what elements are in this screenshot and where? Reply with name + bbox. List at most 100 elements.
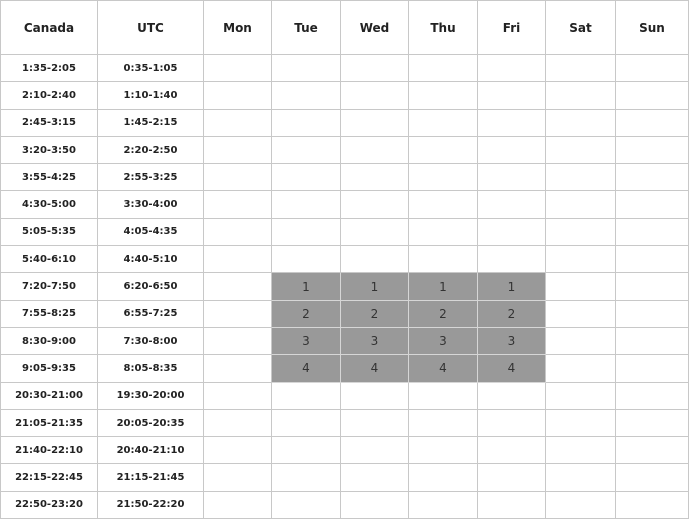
empty-slot-fri — [477, 53, 546, 83]
canada-time-cell: 5:40-6:10 — [0, 245, 98, 274]
utc-time-cell: 1:10-1:40 — [97, 81, 204, 110]
utc-time-cell: 21:15-21:45 — [97, 463, 204, 492]
empty-slot-sat — [545, 354, 616, 383]
utc-time-cell: 6:55-7:25 — [97, 299, 204, 328]
empty-slot-mon — [203, 408, 272, 438]
canada-time-cell: 21:05-21:35 — [0, 408, 98, 438]
empty-slot-sat — [545, 326, 616, 356]
empty-slot-fri — [477, 463, 546, 492]
empty-slot-fri — [477, 245, 546, 274]
empty-slot-thu — [408, 463, 478, 492]
empty-slot-fri — [477, 408, 546, 438]
empty-slot-wed — [340, 408, 409, 438]
table-row: 8:30-9:00 7:30-8:00 3 3 3 3 — [0, 326, 689, 356]
empty-slot-sun — [615, 272, 689, 301]
empty-slot-thu — [408, 245, 478, 274]
empty-slot-tue — [271, 81, 341, 110]
empty-slot-sun — [615, 436, 689, 465]
booked-slot-wed: 1 — [340, 272, 409, 301]
booked-slot-fri: 4 — [477, 354, 546, 383]
empty-slot-mon — [203, 490, 272, 520]
empty-slot-fri — [477, 108, 546, 137]
canada-time-cell: 21:40-22:10 — [0, 436, 98, 465]
col-header-tue: Tue — [271, 0, 341, 55]
booked-slot-tue: 3 — [271, 326, 341, 356]
empty-slot-sun — [615, 81, 689, 110]
empty-slot-wed — [340, 245, 409, 274]
booked-slot-fri: 1 — [477, 272, 546, 301]
table-row: 1:35-2:05 0:35-1:05 — [0, 53, 689, 83]
empty-slot-mon — [203, 299, 272, 328]
empty-slot-sun — [615, 490, 689, 520]
booked-slot-wed: 2 — [340, 299, 409, 328]
table-row: 3:55-4:25 2:55-3:25 — [0, 163, 689, 192]
utc-time-cell: 19:30-20:00 — [97, 381, 204, 410]
canada-time-cell: 9:05-9:35 — [0, 354, 98, 383]
table-row: 22:50-23:20 21:50-22:20 — [0, 490, 689, 520]
empty-slot-tue — [271, 135, 341, 165]
empty-slot-sat — [545, 408, 616, 438]
booked-slot-thu: 2 — [408, 299, 478, 328]
empty-slot-sun — [615, 463, 689, 492]
empty-slot-tue — [271, 108, 341, 137]
empty-slot-fri — [477, 381, 546, 410]
empty-slot-wed — [340, 381, 409, 410]
empty-slot-sat — [545, 135, 616, 165]
utc-time-cell: 3:30-4:00 — [97, 190, 204, 219]
empty-slot-tue — [271, 408, 341, 438]
empty-slot-sat — [545, 163, 616, 192]
empty-slot-sat — [545, 81, 616, 110]
empty-slot-sat — [545, 272, 616, 301]
empty-slot-sun — [615, 354, 689, 383]
empty-slot-sun — [615, 108, 689, 137]
col-header-sat: Sat — [545, 0, 616, 55]
canada-time-cell: 1:35-2:05 — [0, 53, 98, 83]
empty-slot-sat — [545, 217, 616, 247]
empty-slot-mon — [203, 463, 272, 492]
booked-slot-fri: 3 — [477, 326, 546, 356]
empty-slot-sat — [545, 381, 616, 410]
empty-slot-mon — [203, 135, 272, 165]
utc-time-cell: 7:30-8:00 — [97, 326, 204, 356]
col-header-mon: Mon — [203, 0, 272, 55]
empty-slot-fri — [477, 135, 546, 165]
empty-slot-wed — [340, 81, 409, 110]
table-row: 21:40-22:10 20:40-21:10 — [0, 436, 689, 465]
empty-slot-sat — [545, 299, 616, 328]
col-header-sun: Sun — [615, 0, 689, 55]
utc-time-cell: 2:55-3:25 — [97, 163, 204, 192]
empty-slot-mon — [203, 190, 272, 219]
table-row: 5:05-5:35 4:05-4:35 — [0, 217, 689, 247]
empty-slot-sat — [545, 245, 616, 274]
table-row: 2:45-3:15 1:45-2:15 — [0, 108, 689, 137]
empty-slot-wed — [340, 490, 409, 520]
empty-slot-sun — [615, 299, 689, 328]
empty-slot-sat — [545, 436, 616, 465]
booked-slot-wed: 4 — [340, 354, 409, 383]
table-row: 7:20-7:50 6:20-6:50 1 1 1 1 — [0, 272, 689, 301]
canada-time-cell: 3:55-4:25 — [0, 163, 98, 192]
table-row: 5:40-6:10 4:40-5:10 — [0, 245, 689, 274]
schedule-table: Canada UTC Mon Tue Wed Thu Fri Sat Sun 1… — [0, 0, 689, 520]
empty-slot-wed — [340, 135, 409, 165]
col-header-canada: Canada — [0, 0, 98, 55]
empty-slot-thu — [408, 135, 478, 165]
empty-slot-thu — [408, 53, 478, 83]
empty-slot-thu — [408, 81, 478, 110]
empty-slot-sun — [615, 245, 689, 274]
empty-slot-tue — [271, 490, 341, 520]
empty-slot-fri — [477, 436, 546, 465]
utc-time-cell: 0:35-1:05 — [97, 53, 204, 83]
empty-slot-mon — [203, 354, 272, 383]
table-row: 22:15-22:45 21:15-21:45 — [0, 463, 689, 492]
empty-slot-tue — [271, 190, 341, 219]
empty-slot-wed — [340, 190, 409, 219]
empty-slot-mon — [203, 436, 272, 465]
empty-slot-mon — [203, 245, 272, 274]
empty-slot-tue — [271, 163, 341, 192]
canada-time-cell: 5:05-5:35 — [0, 217, 98, 247]
canada-time-cell: 7:55-8:25 — [0, 299, 98, 328]
empty-slot-sun — [615, 135, 689, 165]
booked-slot-tue: 2 — [271, 299, 341, 328]
booked-slot-thu: 1 — [408, 272, 478, 301]
